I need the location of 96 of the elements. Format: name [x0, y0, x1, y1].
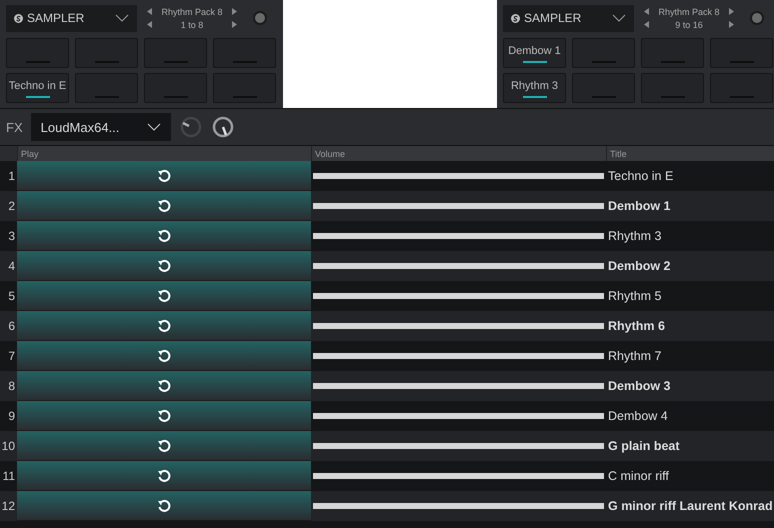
play-button[interactable] — [17, 221, 311, 251]
loop-icon — [157, 468, 171, 482]
volume-slider[interactable] — [313, 203, 604, 209]
play-button[interactable] — [17, 431, 311, 461]
volume-slider[interactable] — [313, 233, 604, 239]
row-number: 2 — [8, 199, 15, 213]
sampler-icon — [14, 14, 23, 22]
sampler-icon — [511, 14, 520, 22]
row-number: 11 — [2, 469, 15, 483]
record-button[interactable] — [253, 11, 267, 25]
chevron-icon — [612, 14, 626, 22]
sample-pad[interactable] — [144, 73, 207, 103]
loop-icon — [157, 408, 171, 422]
column-header[interactable]: Play — [17, 146, 311, 161]
loop-icon — [157, 438, 171, 452]
pack-name: Rhythm Pack 8 — [161, 6, 223, 16]
title-cell-text: C minor riff — [607, 469, 669, 483]
row-number: 6 — [8, 319, 15, 333]
volume-slider[interactable] — [313, 173, 604, 179]
loop-icon — [157, 198, 171, 212]
effect-dropdown[interactable]: LoudMax64... — [30, 113, 171, 141]
column-header[interactable]: Title — [606, 146, 774, 161]
sample-pad[interactable] — [75, 73, 138, 103]
sampler-dropdown[interactable]: SAMPLER — [503, 4, 634, 32]
play-button[interactable] — [17, 341, 311, 371]
loop-icon — [157, 288, 171, 302]
sample-pad[interactable] — [572, 38, 635, 68]
row-number: 5 — [8, 289, 15, 303]
pad-range: 9 to 16 — [675, 20, 703, 30]
title-cell-text: Techno in E — [607, 169, 674, 183]
fx-label: FX — [6, 120, 23, 134]
row-number: 4 — [8, 259, 15, 273]
column-header[interactable]: Volume — [311, 146, 606, 161]
play-button[interactable] — [17, 311, 311, 341]
sample-pad[interactable] — [144, 38, 207, 68]
play-button[interactable] — [17, 251, 311, 281]
volume-slider[interactable] — [313, 443, 604, 449]
loop-icon — [157, 498, 171, 512]
loop-icon — [157, 348, 171, 362]
volume-slider[interactable] — [313, 323, 604, 329]
play-button[interactable] — [17, 371, 311, 401]
sample-pad[interactable]: Rhythm 3 — [503, 73, 566, 103]
sample-pad[interactable] — [710, 38, 773, 68]
sample-pad[interactable] — [641, 73, 704, 103]
sampler-dropdown[interactable]: SAMPLER — [6, 4, 137, 32]
title-cell: Dembow 2 — [606, 259, 671, 273]
title-cell: G minor riff Laurent Konrad — [606, 499, 773, 513]
chevron-icon — [146, 123, 161, 131]
play-button[interactable] — [17, 401, 311, 431]
sample-pad[interactable] — [6, 38, 69, 68]
sample-pad[interactable] — [75, 38, 138, 68]
pad-range: 1 to 8 — [180, 20, 204, 30]
record-button[interactable] — [750, 11, 764, 25]
pack-name: Rhythm Pack 8 — [658, 6, 720, 16]
sample-pad[interactable] — [213, 38, 276, 68]
title-cell: Dembow 1 — [606, 199, 671, 213]
title-cell: Dembow 3 — [606, 379, 671, 393]
play-button[interactable] — [17, 491, 311, 521]
volume-slider[interactable] — [313, 473, 604, 479]
knob-icon[interactable] — [210, 115, 235, 139]
play-button[interactable] — [17, 281, 311, 311]
play-button[interactable] — [17, 191, 311, 221]
title-cell-text: Rhythm 5 — [607, 289, 662, 303]
row-number: 1 — [8, 169, 15, 183]
volume-slider[interactable] — [313, 503, 604, 509]
sample-pad[interactable] — [213, 73, 276, 103]
loop-icon — [157, 258, 171, 272]
loop-icon — [157, 318, 171, 332]
loop-icon — [157, 378, 171, 392]
loop-icon — [157, 228, 171, 242]
row-number: 10 — [2, 439, 15, 453]
volume-slider[interactable] — [313, 293, 604, 299]
row-number: 7 — [8, 349, 15, 363]
sample-pad[interactable] — [572, 73, 635, 103]
title-cell-text: Dembow 4 — [607, 409, 668, 423]
loop-icon — [157, 168, 171, 182]
knob-icon[interactable] — [178, 115, 203, 139]
volume-slider[interactable] — [313, 413, 604, 419]
sample-pad[interactable] — [641, 38, 704, 68]
sample-pad[interactable] — [710, 73, 773, 103]
sample-pad[interactable]: Techno in E — [6, 73, 69, 103]
title-cell: G plain beat — [606, 439, 680, 453]
play-button[interactable] — [17, 461, 311, 491]
row-number: 12 — [2, 499, 15, 513]
title-cell-text: Rhythm 7 — [607, 349, 662, 363]
row-number: 9 — [8, 409, 15, 423]
title-cell-text: Rhythm 3 — [607, 229, 662, 243]
chevron-icon — [115, 14, 129, 22]
volume-slider[interactable] — [313, 263, 604, 269]
row-number: 8 — [8, 379, 15, 393]
play-button[interactable] — [17, 161, 311, 191]
title-cell: Rhythm 6 — [606, 319, 665, 333]
volume-slider[interactable] — [313, 383, 604, 389]
sample-pad[interactable]: Dembow 1 — [503, 38, 566, 68]
volume-slider[interactable] — [313, 353, 604, 359]
row-number: 3 — [8, 229, 15, 243]
